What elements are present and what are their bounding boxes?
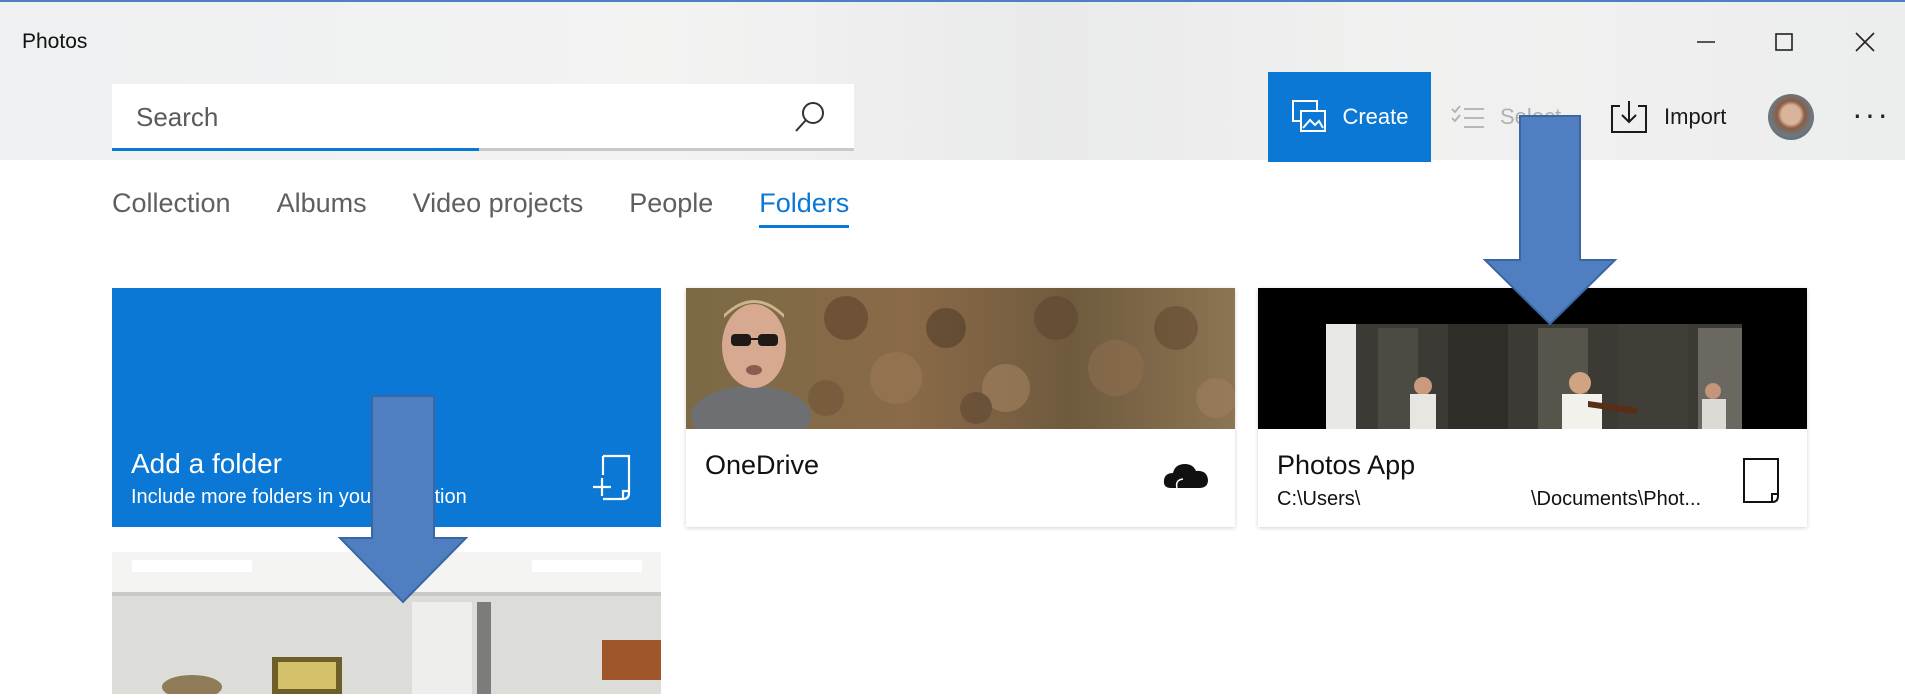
create-icon (1292, 100, 1327, 132)
folder-card-onedrive[interactable]: OneDrive (686, 288, 1235, 527)
close-button[interactable] (1835, 16, 1895, 68)
annotation-arrow-down-left (337, 395, 469, 604)
tab-folders[interactable]: Folders (759, 188, 850, 228)
search-icon[interactable] (790, 98, 830, 138)
onedrive-folder-name: OneDrive (705, 450, 820, 480)
minimize-icon (1697, 41, 1715, 43)
search-box[interactable] (112, 84, 854, 151)
search-input[interactable] (134, 96, 778, 138)
tab-albums[interactable]: Albums (277, 188, 367, 219)
onedrive-photo (686, 288, 1235, 429)
maximize-icon (1775, 33, 1793, 51)
photos-window: Photos Create Select (0, 0, 1905, 699)
tab-video-projects[interactable]: Video projects (413, 188, 584, 219)
local-folder-icon (1743, 458, 1779, 503)
window-title: Photos (22, 30, 88, 53)
add-folder-icon (593, 454, 631, 501)
add-folder-title: Add a folder (131, 448, 282, 479)
close-icon (1855, 32, 1875, 52)
onedrive-thumbnail (686, 288, 1235, 429)
minimize-button[interactable] (1676, 16, 1736, 68)
maximize-button[interactable] (1754, 16, 1814, 68)
photos-app-path-start: C:\Users\ (1277, 488, 1361, 510)
create-label: Create (1342, 104, 1409, 129)
user-avatar[interactable] (1768, 94, 1814, 140)
more-options-button[interactable]: ··· (1852, 96, 1890, 133)
import-label: Import (1664, 104, 1727, 129)
cloud-icon (1163, 464, 1208, 489)
annotation-arrow-down-right (1482, 115, 1618, 326)
search-focus-underline (112, 148, 479, 151)
photos-app-path-end: \Documents\Phot... (1531, 488, 1702, 510)
view-tabs: Collection Albums Video projects People … (112, 188, 895, 228)
create-button[interactable]: Create (1268, 72, 1431, 162)
import-button[interactable]: Import (1610, 72, 1726, 162)
photos-app-folder-name: Photos App (1277, 450, 1416, 480)
tab-collection[interactable]: Collection (112, 188, 231, 219)
tab-people[interactable]: People (629, 188, 713, 219)
